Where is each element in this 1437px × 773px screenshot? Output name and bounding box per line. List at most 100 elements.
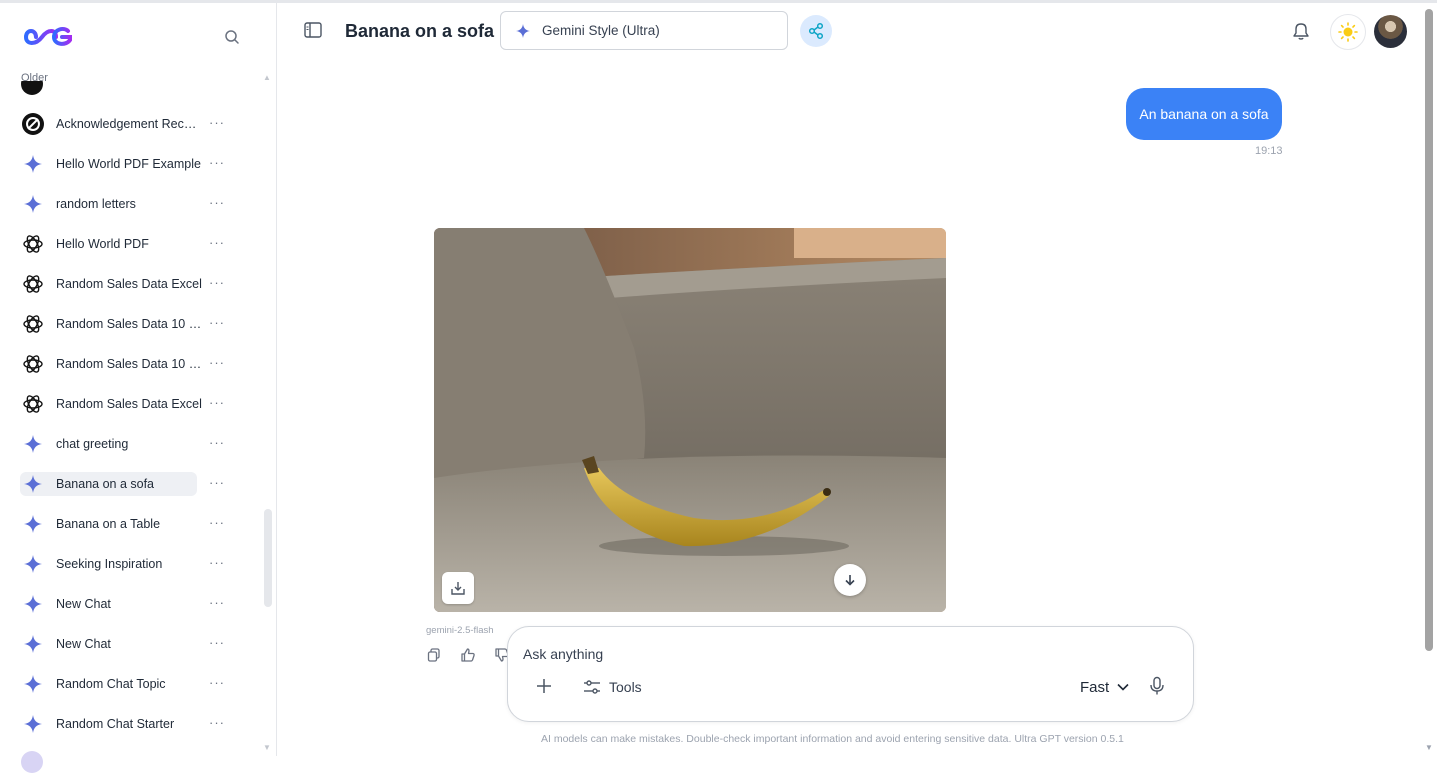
page-title: Banana on a sofa (345, 21, 495, 41)
more-options-icon[interactable]: ··· (209, 435, 225, 450)
chat-item-label: Seeking Inspiration (56, 557, 163, 571)
more-options-icon[interactable]: ··· (209, 235, 225, 250)
chat-item[interactable]: Random Chat Topic ··· (0, 664, 262, 704)
chat-item[interactable]: Random Sales Data 10 R… ··· (0, 344, 262, 384)
chat-item-label: Banana on a sofa (56, 477, 154, 491)
main-scrollbar[interactable] (1425, 9, 1433, 651)
gemini-sparkle-icon (21, 712, 45, 736)
plus-icon (537, 679, 551, 693)
copy-icon[interactable] (426, 647, 442, 663)
more-options-icon[interactable]: ··· (209, 115, 225, 130)
toggle-sidebar-icon[interactable] (304, 22, 322, 38)
chat-item[interactable]: New Chat ··· (0, 624, 262, 664)
chat-item[interactable]: Random Chat Starter ··· (0, 704, 262, 744)
search-icon[interactable] (222, 27, 242, 47)
more-options-icon[interactable]: ··· (209, 675, 225, 690)
message-timestamp: 19:13 (1255, 145, 1283, 157)
chat-list: Acknowledgement Recei… ··· Hello World P… (0, 104, 262, 744)
message-input[interactable]: Ask anything (523, 646, 603, 662)
chat-item-label: New Chat (56, 597, 111, 611)
gemini-sparkle-icon (21, 632, 45, 656)
theme-toggle-button[interactable] (1330, 14, 1366, 50)
chat-item-label: Random Sales Data Excel (56, 397, 202, 411)
save-image-button[interactable] (442, 572, 474, 604)
chat-item[interactable]: random letters ··· (0, 184, 262, 224)
main-scroll-down-arrow[interactable]: ▼ (1425, 743, 1433, 752)
gemini-sparkle-icon (21, 592, 45, 616)
user-avatar-small[interactable] (21, 751, 43, 773)
notifications-bell-icon[interactable] (1292, 21, 1310, 41)
gemini-sparkle-icon (21, 552, 45, 576)
more-options-icon[interactable]: ··· (209, 555, 225, 570)
chat-item[interactable]: chat greeting ··· (0, 424, 262, 464)
speed-label: Fast (1080, 678, 1110, 696)
tools-button[interactable]: Tools (583, 677, 642, 697)
partial-chat-icon (21, 81, 43, 97)
sidebar: Older ▲ Acknowledgement Recei… ··· Hello… (0, 3, 277, 773)
more-options-icon[interactable]: ··· (209, 395, 225, 410)
gemini-sparkle-icon (21, 432, 45, 456)
chat-item[interactable]: Random Sales Data Excel ··· (0, 264, 262, 304)
app-logo[interactable] (22, 23, 76, 51)
chat-item-label: Random Chat Topic (56, 677, 166, 691)
model-selector-label: Gemini Style (Ultra) (542, 23, 660, 38)
gemini-sparkle-icon (21, 472, 45, 496)
openai-logo-icon (21, 352, 45, 376)
chat-item-label: Banana on a Table (56, 517, 161, 531)
chat-item-label: Acknowledgement Recei… (56, 117, 202, 131)
chat-item[interactable]: Hello World PDF Example ··· (0, 144, 262, 184)
microphone-icon[interactable] (1149, 676, 1165, 696)
chat-item-label: Hello World PDF (56, 237, 149, 251)
chevron-down-icon (1117, 683, 1129, 691)
speed-dropdown[interactable]: Fast (1080, 677, 1129, 697)
scroll-up-arrow[interactable]: ▲ (263, 73, 271, 82)
more-options-icon[interactable]: ··· (209, 355, 225, 370)
chat-item[interactable]: Random Sales Data Excel ··· (0, 384, 262, 424)
more-options-icon[interactable]: ··· (209, 715, 225, 730)
model-selector[interactable]: Gemini Style (Ultra) (500, 11, 788, 50)
chat-item-label: Random Sales Data 10 R… (56, 317, 202, 331)
user-message-bubble: An banana on a sofa (1126, 88, 1282, 140)
more-options-icon[interactable]: ··· (209, 155, 225, 170)
sidebar-scrollbar[interactable] (264, 509, 272, 607)
chat-item-label: Random Sales Data Excel (56, 277, 202, 291)
more-options-icon[interactable]: ··· (209, 315, 225, 330)
more-options-icon[interactable]: ··· (209, 595, 225, 610)
sliders-icon (584, 680, 600, 694)
arrow-down-icon (845, 575, 855, 586)
sun-icon (1338, 22, 1358, 42)
more-options-icon[interactable]: ··· (209, 195, 225, 210)
gemini-sparkle-icon (21, 672, 45, 696)
user-avatar[interactable] (1374, 15, 1407, 48)
chat-item[interactable]: Seeking Inspiration ··· (0, 544, 262, 584)
response-model-tag: gemini-2.5-flash (426, 625, 494, 636)
more-options-icon[interactable]: ··· (209, 515, 225, 530)
more-options-icon[interactable]: ··· (209, 475, 225, 490)
more-options-icon[interactable]: ··· (209, 635, 225, 650)
openai-logo-icon (21, 272, 45, 296)
chat-item[interactable]: New Chat ··· (0, 584, 262, 624)
thumbs-up-icon[interactable] (460, 647, 476, 663)
chat-item[interactable]: Banana on a Table ··· (0, 504, 262, 544)
tray-download-icon (451, 582, 465, 595)
disclaimer-text: AI models can make mistakes. Double-chec… (541, 733, 1124, 745)
attach-plus-button[interactable] (534, 676, 554, 696)
chat-item-label: random letters (56, 197, 136, 211)
openai-logo-icon (21, 232, 45, 256)
generated-image[interactable] (434, 228, 946, 612)
chat-item[interactable]: Acknowledgement Recei… ··· (0, 104, 262, 144)
download-image-button[interactable] (834, 564, 866, 596)
share-icon (808, 22, 824, 40)
gemini-sparkle-icon (516, 23, 530, 38)
scroll-down-arrow[interactable]: ▼ (263, 743, 271, 752)
chat-item[interactable]: Random Sales Data 10 R… ··· (0, 304, 262, 344)
gemini-sparkle-icon (21, 152, 45, 176)
more-options-icon[interactable]: ··· (209, 275, 225, 290)
chat-item[interactable]: Hello World PDF ··· (0, 224, 262, 264)
tools-label: Tools (609, 679, 642, 695)
gemini-sparkle-icon (21, 192, 45, 216)
chat-item-label: Hello World PDF Example (56, 157, 201, 171)
chat-item-active[interactable]: Banana on a sofa ··· (0, 464, 262, 504)
message-composer[interactable]: Ask anything Tools Fast (507, 626, 1194, 722)
share-button[interactable] (800, 15, 832, 47)
